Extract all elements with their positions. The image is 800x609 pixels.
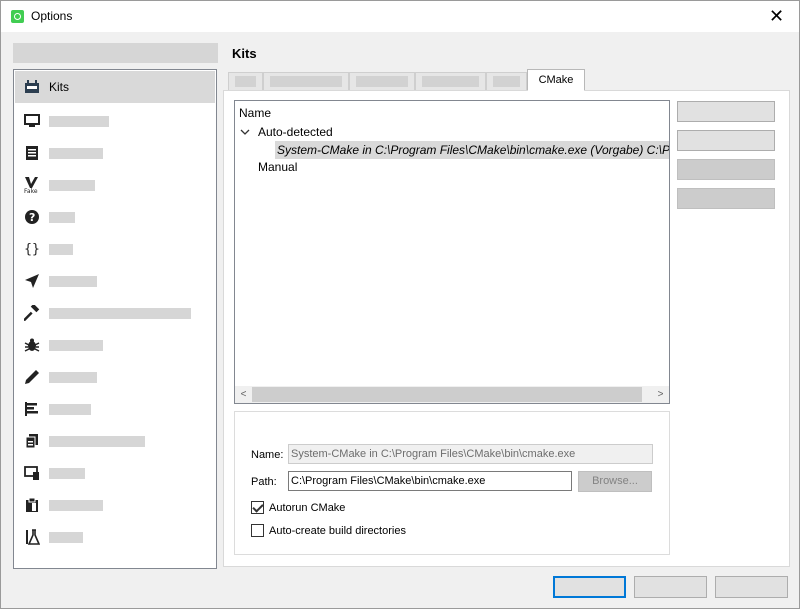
apply-button[interactable] xyxy=(715,576,788,598)
chevron-down-icon[interactable] xyxy=(240,127,250,137)
sidebar-item-help[interactable]: ? xyxy=(15,201,215,233)
ok-button[interactable] xyxy=(553,576,626,598)
tab-compilers[interactable] xyxy=(349,72,415,90)
build-run-icon xyxy=(23,304,41,322)
category-sidebar: Kits Fake ? {} xyxy=(13,69,217,569)
scroll-left-icon[interactable]: < xyxy=(235,386,252,403)
sidebar-item-label xyxy=(49,339,103,351)
analyzer-icon xyxy=(23,400,41,418)
path-field[interactable]: C:\Program Files\CMake\bin\cmake.exe xyxy=(288,471,572,491)
close-button[interactable]: ✕ xyxy=(754,1,799,32)
filter-input[interactable] xyxy=(13,43,218,63)
help-icon: ? xyxy=(23,208,41,226)
autorun-label: Autorun CMake xyxy=(269,502,346,514)
tab-debuggers[interactable] xyxy=(415,72,486,90)
kits-icon xyxy=(23,78,41,96)
sidebar-item-label xyxy=(49,403,91,415)
tree-item-system-cmake[interactable]: System-CMake in C:\Program Files\CMake\b… xyxy=(275,141,670,159)
autorun-checkbox[interactable] xyxy=(251,501,264,514)
sidebar-item-cpp[interactable]: {} xyxy=(15,233,215,265)
title-bar: Options ✕ xyxy=(1,1,799,32)
sidebar-item-label xyxy=(49,307,191,319)
scroll-right-icon[interactable]: > xyxy=(652,386,669,403)
auto-create-checkbox[interactable] xyxy=(251,524,264,537)
tab-qt-versions[interactable] xyxy=(263,72,349,90)
sidebar-item-kits[interactable]: Kits xyxy=(15,71,215,103)
sidebar-item-label xyxy=(49,531,83,543)
sidebar-item-label: Kits xyxy=(49,80,70,94)
window-title: Options xyxy=(31,9,73,23)
sidebar-item-code-pasting[interactable] xyxy=(15,489,215,521)
clone-button[interactable] xyxy=(677,130,775,151)
tree-group-manual[interactable]: Manual xyxy=(258,158,297,176)
tab-kits[interactable] xyxy=(228,72,263,90)
sidebar-item-label xyxy=(49,147,103,159)
sidebar-item-fakevim[interactable]: Fake xyxy=(15,169,215,201)
code-pasting-icon xyxy=(23,496,41,514)
designer-icon xyxy=(23,368,41,386)
cpp-icon: {} xyxy=(24,241,40,257)
tree-group-auto-detected[interactable]: Auto-detected xyxy=(258,123,333,141)
qt-creator-icon xyxy=(11,10,24,23)
debugger-icon xyxy=(23,336,41,354)
cmake-tree[interactable]: Name Auto-detected System-CMake in C:\Pr… xyxy=(234,100,670,404)
sidebar-item-qtquick[interactable] xyxy=(15,265,215,297)
sidebar-item-designer[interactable] xyxy=(15,361,215,393)
svg-text:?: ? xyxy=(29,211,35,224)
sidebar-item-testing[interactable] xyxy=(15,521,215,553)
fakevim-icon: Fake xyxy=(23,176,41,194)
name-field[interactable]: System-CMake in C:\Program Files\CMake\b… xyxy=(288,444,653,464)
sidebar-item-text-editor[interactable] xyxy=(15,137,215,169)
devices-icon xyxy=(23,464,41,482)
sidebar-item-analyzer[interactable] xyxy=(15,393,215,425)
add-button[interactable] xyxy=(677,101,775,122)
scroll-thumb[interactable] xyxy=(252,387,642,402)
sidebar-item-label xyxy=(49,467,85,479)
tab-other[interactable] xyxy=(486,72,527,90)
sidebar-item-label xyxy=(49,499,103,511)
auto-create-label: Auto-create build directories xyxy=(269,525,406,537)
tab-cmake[interactable]: CMake xyxy=(527,69,585,91)
page-title: Kits xyxy=(232,46,257,61)
cancel-button[interactable] xyxy=(634,576,707,598)
text-editor-icon xyxy=(23,144,41,162)
make-default-button[interactable] xyxy=(677,188,775,209)
qtquick-icon xyxy=(23,272,41,290)
testing-icon xyxy=(23,528,41,546)
browse-button[interactable]: Browse... xyxy=(578,471,652,492)
sidebar-item-version-control[interactable] xyxy=(15,425,215,457)
sidebar-item-label xyxy=(49,179,95,191)
sidebar-item-label xyxy=(49,275,97,287)
sidebar-item-build-run[interactable] xyxy=(15,297,215,329)
version-control-icon xyxy=(23,432,41,450)
sidebar-item-label xyxy=(49,243,73,255)
name-label: Name: xyxy=(251,449,284,461)
path-label: Path: xyxy=(251,476,277,488)
remove-button[interactable] xyxy=(677,159,775,180)
tree-item-label: System-CMake in C:\Program Files\CMake\b… xyxy=(277,143,670,157)
environment-icon xyxy=(23,112,41,130)
svg-text:Fake: Fake xyxy=(24,188,38,194)
sidebar-item-label xyxy=(49,435,145,447)
sidebar-item-debugger[interactable] xyxy=(15,329,215,361)
sidebar-item-label xyxy=(49,211,75,223)
tree-column-header: Name xyxy=(239,106,272,120)
sidebar-item-environment[interactable] xyxy=(15,105,215,137)
options-dialog: Options ✕ Kits Fake ? {} Kits CMake Name… xyxy=(0,0,800,609)
sidebar-item-label xyxy=(49,115,109,127)
horizontal-scrollbar[interactable]: < > xyxy=(235,386,669,403)
sidebar-item-devices[interactable] xyxy=(15,457,215,489)
sidebar-item-label xyxy=(49,371,97,383)
